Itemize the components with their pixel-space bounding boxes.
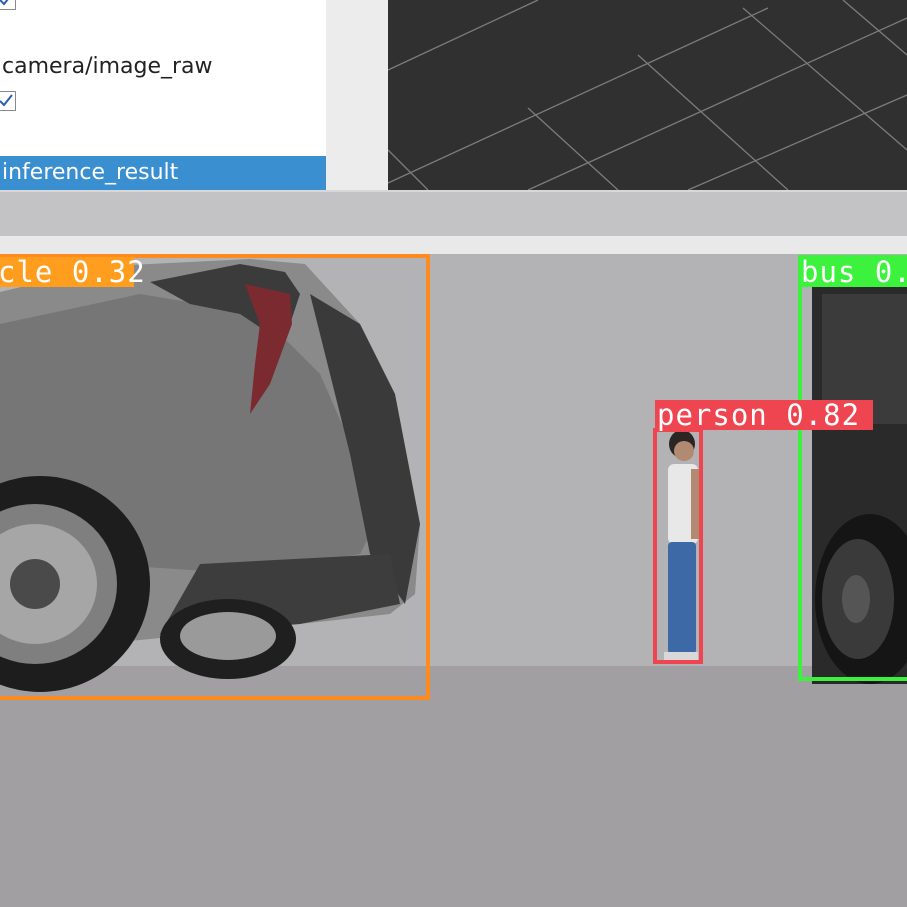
display-enabled-checkbox[interactable] (0, 0, 16, 10)
3d-render-view[interactable] (388, 0, 907, 190)
detection-label-bus: bus 0. (801, 255, 907, 289)
display-item-inference-result[interactable]: inference_result (0, 156, 326, 190)
display-item-label: inference_result (2, 160, 179, 185)
topic-enabled-checkbox[interactable] (0, 91, 16, 111)
image-view: cle 0.32 person 0.82 bus 0. (0, 254, 907, 907)
checkbox-check-icon (0, 0, 9, 6)
dock-splitter[interactable] (0, 190, 907, 236)
displays-panel: camera/image_raw inference_result (0, 0, 326, 190)
topic-label: camera/image_raw (2, 54, 213, 79)
image-panel-titlebar (0, 236, 907, 254)
detection-label-vehicle: cle 0.32 (0, 255, 146, 289)
grid-overlay (388, 0, 907, 190)
panel-separator (326, 0, 388, 190)
camera-frame (0, 254, 907, 907)
detection-label-person: person 0.82 (657, 398, 861, 432)
checkbox-check-icon (0, 94, 13, 107)
